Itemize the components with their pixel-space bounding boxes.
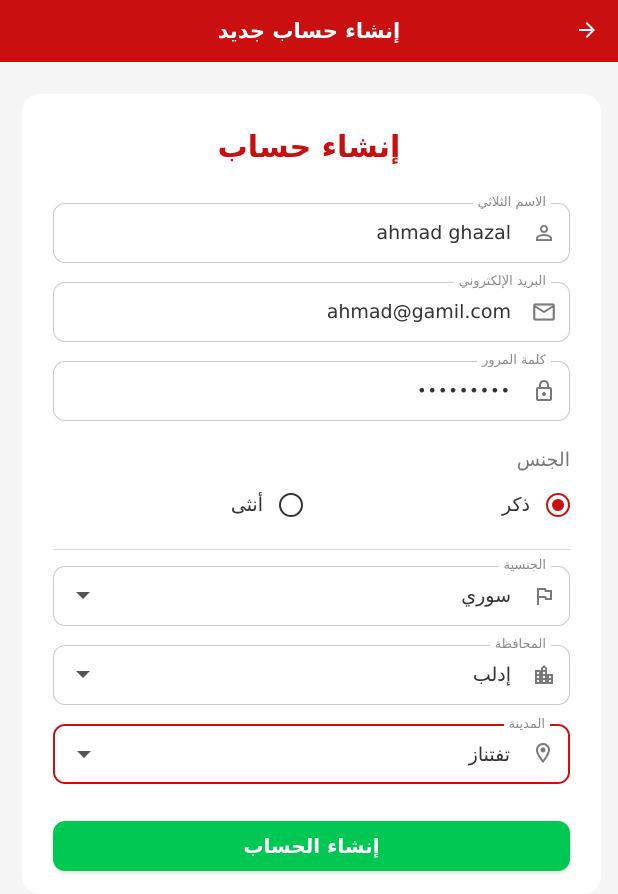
mail-icon [530,298,558,326]
back-button[interactable] [572,15,602,45]
governorate-label: المحافظة [489,636,551,654]
governorate-dropdown[interactable]: المحافظة إدلب [53,636,570,705]
chevron-down-icon[interactable] [76,592,90,599]
gender-option-male[interactable]: ذكر [502,490,570,520]
flag-icon [530,582,558,610]
gender-label: الجنس [516,449,570,471]
radio-checked-icon[interactable] [546,493,570,517]
form-title: إنشاء حساب [217,130,401,165]
nationality-label: الجنسية [498,557,551,575]
city-value: تفتناز [468,744,510,766]
gender-option-male-label: ذكر [502,494,530,516]
full-name-label: الاسم الثلاثي [472,194,551,212]
password-field[interactable]: كلمة المرور ••••••••• [53,352,570,421]
password-label: كلمة المرور [477,352,551,370]
gender-option-female[interactable]: أنثى [231,490,303,520]
location-pin-icon [529,739,557,767]
chevron-down-icon[interactable] [76,671,90,678]
radio-unchecked-icon[interactable] [279,493,303,517]
password-input[interactable]: ••••••••• [417,378,511,404]
city-label: المدينة [503,716,550,734]
gender-option-female-label: أنثى [230,494,263,516]
email-field[interactable]: البريد الإلكتروني ahmad@gamil.com [53,273,570,342]
chevron-down-icon[interactable] [77,751,91,758]
divider [53,549,571,550]
full-name-input[interactable]: ahmad ghazal [376,220,511,246]
full-name-field[interactable]: الاسم الثلاثي ahmad ghazal [53,194,570,263]
app-bar: إنشاء حساب جديد [0,0,618,62]
governorate-value: إدلب [472,664,511,686]
email-label: البريد الإلكتروني [453,273,551,291]
arrow-forward-icon [579,22,595,38]
app-bar-title: إنشاء حساب جديد [217,19,401,43]
city-dropdown[interactable]: المدينة تفتناز [53,716,570,784]
create-account-button[interactable]: إنشاء الحساب [53,821,570,871]
lock-icon [530,377,558,405]
person-icon [530,219,558,247]
nationality-value: سوري [461,585,511,607]
city-icon [530,661,558,689]
nationality-dropdown[interactable]: الجنسية سوري [53,557,570,626]
email-input[interactable]: ahmad@gamil.com [327,299,511,325]
